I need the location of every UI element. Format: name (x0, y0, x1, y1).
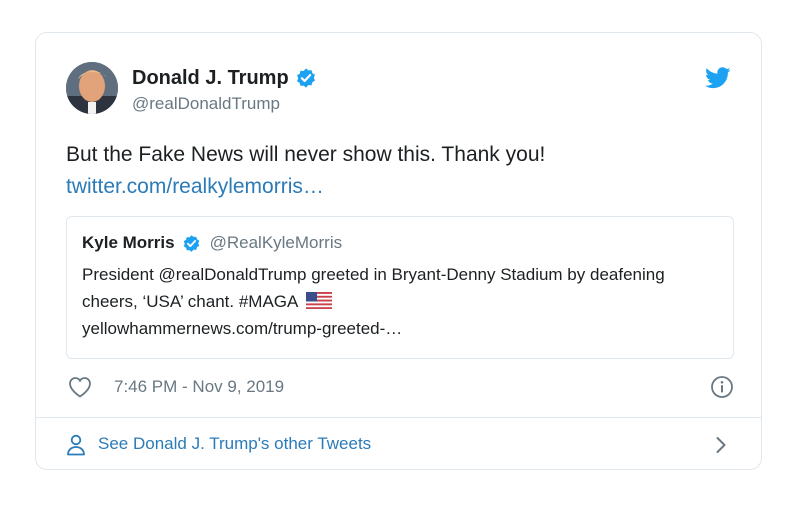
verified-badge-icon (296, 68, 315, 88)
chevron-right-icon (716, 437, 726, 453)
quoted-tweet-text: President @realDonaldTrump greeted in Br… (82, 265, 665, 311)
quoted-author-name: Kyle Morris (82, 233, 175, 252)
tweet-timestamp[interactable]: 7:46 PM - Nov 9, 2019 (114, 377, 284, 397)
tweet-body: But the Fake News will never show this. … (66, 139, 726, 203)
tweet-meta: 7:46 PM - Nov 9, 2019 (66, 374, 734, 402)
twitter-bird-icon[interactable] (705, 67, 731, 89)
author-handle[interactable]: @realDonaldTrump (132, 93, 280, 115)
quoted-tweet[interactable]: Kyle Morris @RealKyleMorris President @r… (66, 216, 734, 359)
verified-badge-icon (183, 234, 199, 252)
see-other-tweets-button[interactable]: See Donald J. Trump's other Tweets (36, 418, 761, 470)
quoted-tweet-header: Kyle Morris @RealKyleMorris (82, 233, 342, 253)
avatar[interactable] (66, 62, 118, 114)
tweet-text: But the Fake News will never show this. … (66, 143, 546, 166)
see-other-tweets-label: See Donald J. Trump's other Tweets (98, 434, 372, 453)
us-flag-icon (306, 292, 333, 309)
avatar-image (66, 62, 118, 114)
embedded-tweet-card: Donald J. Trump @realDonaldTrump But the… (35, 32, 762, 470)
quoted-author-handle: @RealKyleMorris (209, 233, 343, 252)
heart-icon[interactable] (68, 376, 92, 398)
info-icon[interactable] (710, 375, 734, 399)
person-icon (67, 434, 85, 456)
tweet-link[interactable]: twitter.com/realkylemorris… (66, 171, 726, 203)
quoted-tweet-link[interactable]: yellowhammernews.com/trump-greeted-… (82, 319, 402, 338)
author-name[interactable]: Donald J. Trump (132, 66, 289, 90)
quoted-tweet-body: President @realDonaldTrump greeted in Br… (82, 261, 722, 342)
author-name-row: Donald J. Trump (132, 66, 317, 90)
